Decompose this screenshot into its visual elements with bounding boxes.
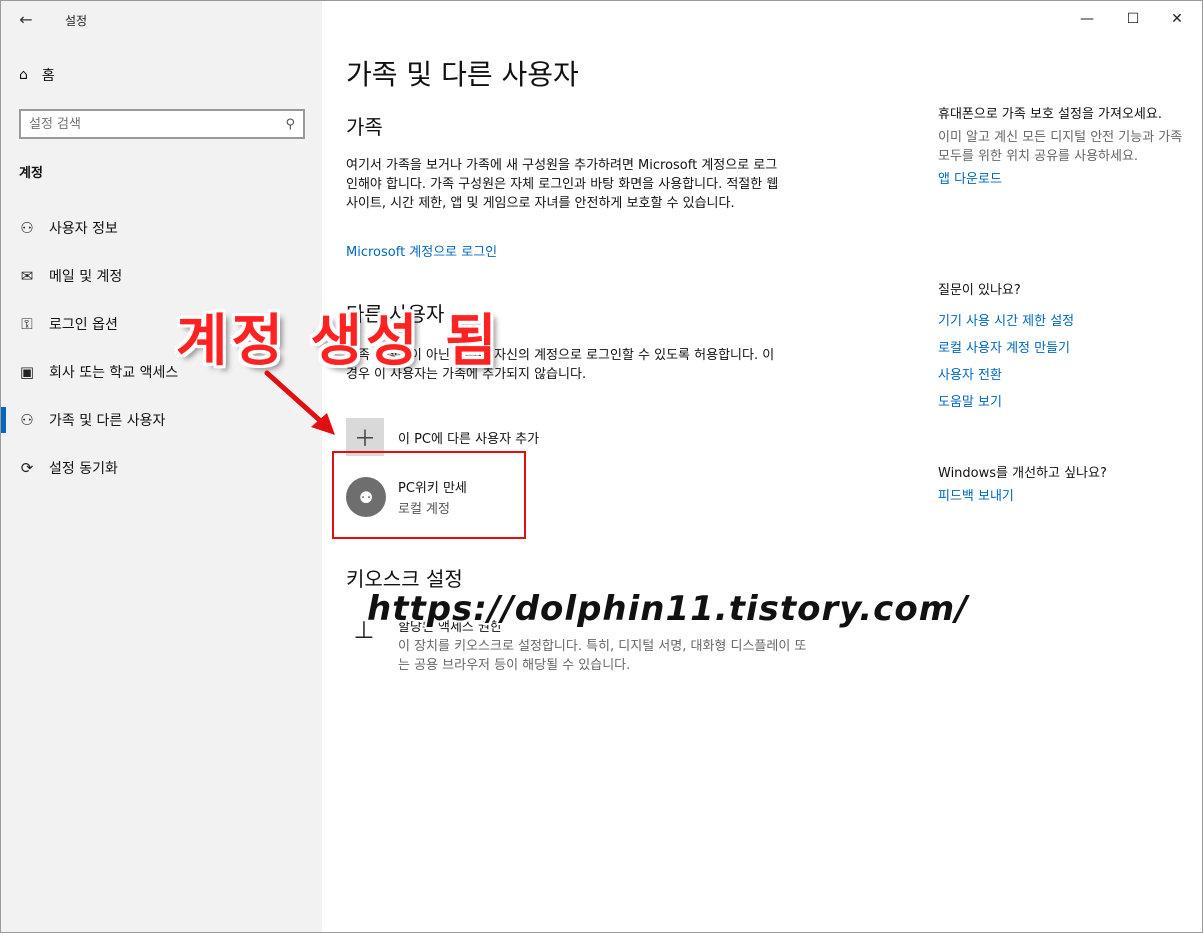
get-help-link[interactable]: 도움말 보기 (938, 389, 1198, 416)
search-box[interactable]: ⚲ (19, 109, 305, 139)
user-avatar-icon: ⚉ (346, 477, 386, 517)
phone-text: 이미 알고 계신 모든 디지털 안전 기능과 가족 모두를 위한 위치 공유를 … (938, 130, 1183, 164)
sidebar-item-sync[interactable]: ⟳ 설정 동기화 (1, 445, 322, 491)
back-arrow-icon: ← (19, 9, 33, 29)
add-other-user-label: 이 PC에 다른 사용자 추가 (398, 431, 540, 447)
home-label: 홈 (41, 68, 55, 84)
settings-window: ⌂ 홈 ⚲ 계정 ⚇ 사용자 정보 ✉ 메일 및 계정 ⚿ 로그인 옵션 ▣ 회… (0, 0, 1203, 933)
microsoft-signin-link[interactable]: Microsoft 계정으로 로그인 (346, 241, 497, 260)
sidebar-item-label: 사용자 정보 (49, 221, 118, 237)
section-label-accounts: 계정 (19, 166, 43, 181)
screen-time-link[interactable]: 기기 사용 시간 제한 설정 (938, 308, 1198, 335)
main-content: 가족 및 다른 사용자 가족 여기서 가족을 보거나 가족에 새 구성원을 추가… (322, 1, 1202, 932)
local-user-item[interactable]: ⚉ PC위키 만세 로컬 계정 (346, 477, 467, 517)
kiosk-heading: 키오스크 설정 (346, 567, 463, 591)
sidebar: ⌂ 홈 ⚲ 계정 ⚇ 사용자 정보 ✉ 메일 및 계정 ⚿ 로그인 옵션 ▣ 회… (1, 1, 322, 932)
sidebar-item-label: 메일 및 계정 (49, 269, 123, 285)
page-title: 가족 및 다른 사용자 (346, 58, 579, 91)
sidebar-item-label: 가족 및 다른 사용자 (49, 413, 166, 429)
key-icon: ⚿ (21, 315, 33, 333)
overlay-caption: 계정 생성 됨 (176, 309, 501, 374)
feedback-link[interactable]: 피드백 보내기 (938, 483, 1198, 510)
sidebar-item-home[interactable]: ⌂ 홈 (19, 65, 55, 85)
family-heading: 가족 (346, 115, 383, 139)
briefcase-icon: ▣ (19, 363, 35, 381)
question-heading: 질문이 있나요? (938, 283, 1021, 298)
family-icon: ⚇ (20, 411, 34, 429)
switch-user-link[interactable]: 사용자 전환 (938, 362, 1198, 389)
feedback-panel: Windows를 개선하고 싶나요? 피드백 보내기 (938, 464, 1198, 510)
sidebar-item-label: 회사 또는 학교 액세스 (49, 365, 179, 381)
family-description: 여기서 가족을 보거나 가족에 새 구성원을 추가하려면 Microsoft 계… (346, 158, 779, 211)
user-name: PC위키 만세 (398, 481, 467, 496)
app-download-link[interactable]: 앱 다운로드 (938, 166, 1198, 193)
create-local-account-link[interactable]: 로컬 사용자 계정 만들기 (938, 335, 1198, 362)
phone-family-panel: 휴대폰으로 가족 보호 설정을 가져오세요. 이미 알고 계신 모든 디지털 안… (938, 105, 1198, 193)
user-info-icon: ⚇ (20, 219, 34, 237)
app-title: 설정 (65, 14, 88, 28)
phone-heading: 휴대폰으로 가족 보호 설정을 가져오세요. (938, 107, 1162, 122)
home-icon: ⌂ (19, 67, 28, 83)
search-input[interactable] (29, 116, 269, 132)
back-button[interactable]: ← (11, 5, 41, 33)
user-account-type: 로컬 계정 (398, 502, 450, 517)
search-icon[interactable]: ⚲ (285, 117, 295, 132)
help-panel: 질문이 있나요? 기기 사용 시간 제한 설정 로컬 사용자 계정 만들기 사용… (938, 281, 1198, 416)
mail-icon: ✉ (20, 267, 34, 285)
sidebar-item-label: 설정 동기화 (49, 461, 118, 477)
sidebar-item-mail[interactable]: ✉ 메일 및 계정 (1, 253, 322, 299)
improve-heading: Windows를 개선하고 싶나요? (938, 466, 1107, 481)
red-arrow-icon (264, 370, 335, 435)
sidebar-item-label: 로그인 옵션 (49, 317, 118, 333)
sync-icon: ⟳ (20, 459, 34, 477)
assigned-access-description: 이 장치를 키오스크로 설정합니다. 특히, 디지털 서명, 대화형 디스플레이… (398, 639, 807, 673)
sidebar-item-user-info[interactable]: ⚇ 사용자 정보 (1, 205, 322, 251)
watermark-url: https://dolphin11.tistory.com/ (367, 589, 969, 629)
